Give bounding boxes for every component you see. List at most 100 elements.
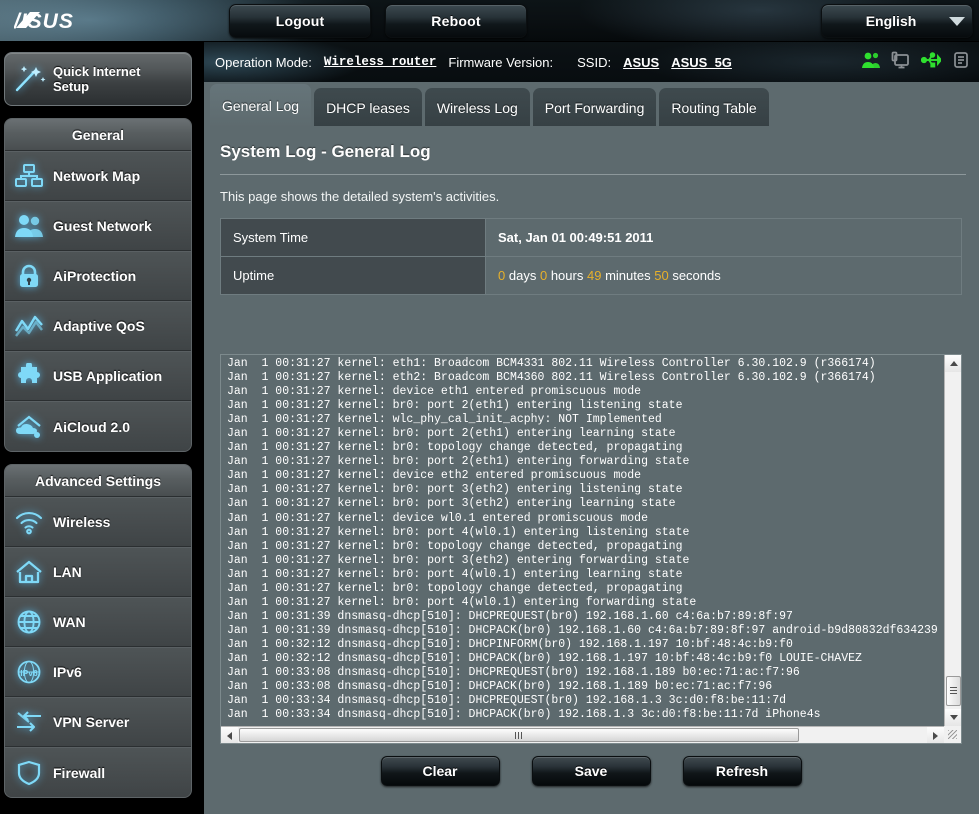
uptime-hours-unit: hours (550, 268, 584, 283)
sidebar-group-advanced: Advanced Settings Wireless LAN WAN IPv6 … (4, 464, 192, 798)
vpn-arrows-icon (5, 709, 53, 735)
sidebar-item-label: Adaptive QoS (53, 318, 145, 334)
log-vertical-scrollbar[interactable] (944, 355, 961, 726)
firmware-version-label: Firmware Version: (448, 54, 554, 70)
tab-general-log[interactable]: General Log (210, 84, 312, 128)
sidebar-item-label: VPN Server (53, 714, 130, 730)
reboot-button[interactable]: Reboot (385, 4, 527, 38)
sidebar-item-label: IPv6 (53, 664, 82, 680)
refresh-button[interactable]: Refresh (682, 756, 802, 786)
tab-bar: General Log DHCP leases Wireless Log Por… (210, 82, 769, 128)
asus-logo: /ISUS (14, 8, 146, 34)
uptime-days-unit: days (508, 268, 537, 283)
sidebar-group-general: General Network Map Guest Network AiProt… (4, 118, 192, 452)
sidebar-item-firewall[interactable]: Firewall (5, 747, 191, 797)
cloud-home-icon (5, 414, 53, 440)
magic-wand-icon (5, 64, 53, 94)
router-admin-page: /ISUS Logout Reboot English Quick Intern… (0, 0, 979, 814)
quick-internet-setup-button[interactable]: Quick Internet Setup (4, 52, 192, 106)
svg-text:IPv6: IPv6 (20, 668, 38, 678)
logout-button[interactable]: Logout (229, 4, 371, 38)
uptime-hours: 0 (539, 268, 548, 283)
log-textarea-container[interactable]: Jan 1 00:31:27 kernel: eth1: Broadcom BC… (220, 354, 962, 744)
content-panel: System Log - General Log This page shows… (210, 126, 972, 814)
uptime-minutes: 49 (586, 268, 602, 283)
qis-line2: Setup (53, 79, 90, 94)
scroll-right-icon[interactable] (927, 727, 944, 743)
ssid-value-5g[interactable]: ASUS_5G (671, 55, 732, 70)
top-banner: /ISUS Logout Reboot English (0, 0, 979, 42)
guest-network-icon (5, 213, 53, 239)
status-icon-group (861, 50, 971, 70)
printer-icon[interactable] (951, 50, 971, 70)
tab-routing-table[interactable]: Routing Table (659, 88, 769, 128)
page-title: System Log - General Log (220, 142, 431, 161)
main-content: Operation Mode: Wireless router Firmware… (204, 42, 979, 814)
ipv6-globe-icon: IPv6 (5, 659, 53, 685)
vertical-scroll-thumb[interactable] (946, 676, 961, 706)
clients-icon[interactable] (861, 50, 881, 70)
sidebar-item-aicloud[interactable]: AiCloud 2.0 (5, 401, 191, 451)
sidebar-group-general-header: General (5, 119, 191, 151)
sidebar-item-label: Firewall (53, 764, 106, 781)
sidebar-item-wireless[interactable]: Wireless (5, 497, 191, 547)
sidebar-item-usb-application[interactable]: USB Application (5, 351, 191, 401)
horizontal-scroll-thumb[interactable] (239, 728, 799, 742)
scroll-up-icon[interactable] (945, 355, 961, 372)
log-text[interactable]: Jan 1 00:31:27 kernel: eth1: Broadcom BC… (227, 357, 939, 723)
tab-wireless-log[interactable]: Wireless Log (424, 88, 530, 128)
sidebar-item-label: Wireless (53, 514, 111, 530)
sidebar-item-label: Guest Network (53, 218, 152, 234)
ssid-label: SSID: (577, 54, 612, 70)
sidebar-item-lan[interactable]: LAN (5, 547, 191, 597)
globe-icon (5, 609, 53, 635)
sidebar: Quick Internet Setup General Network Map (0, 42, 196, 814)
sidebar-item-label: LAN (53, 564, 82, 580)
uptime-days: 0 (498, 268, 506, 283)
quick-internet-setup-label: Quick Internet Setup (53, 64, 140, 94)
operation-mode-bar: Operation Mode: Wireless router Firmware… (204, 42, 979, 82)
sidebar-item-wan[interactable]: WAN (5, 597, 191, 647)
wifi-icon (5, 509, 53, 535)
sidebar-item-label: AiProtection (53, 268, 137, 284)
table-row: Uptime 0 days 0 hours 49 minutes 50 seco… (220, 256, 962, 295)
uptime-label: Uptime (220, 256, 486, 295)
table-row: System Time Sat, Jan 01 00:49:51 2011 (220, 218, 962, 257)
usb-icon[interactable] (921, 50, 941, 70)
sidebar-item-label: USB Application (53, 368, 163, 384)
operation-mode-label: Operation Mode: (215, 54, 312, 70)
sidebar-item-aiprotection[interactable]: AiProtection (5, 251, 191, 301)
qis-line1: Quick Internet (53, 64, 141, 79)
sidebar-item-vpn-server[interactable]: VPN Server (5, 697, 191, 747)
lock-icon (5, 263, 53, 289)
language-label: English (865, 13, 917, 29)
chart-icon (5, 313, 53, 339)
system-time-value: Sat, Jan 01 00:49:51 2011 (485, 218, 962, 257)
uptime-value: 0 days 0 hours 49 minutes 50 seconds (485, 256, 962, 295)
monitor-icon[interactable] (891, 50, 911, 70)
network-map-icon (5, 163, 53, 189)
page-description: This page shows the detailed system's ac… (220, 189, 500, 204)
scroll-left-icon[interactable] (221, 727, 238, 743)
tab-port-forwarding[interactable]: Port Forwarding (532, 88, 657, 128)
puzzle-icon (5, 363, 53, 389)
clear-button[interactable]: Clear (380, 756, 500, 786)
sidebar-item-ipv6[interactable]: IPv6 IPv6 (5, 647, 191, 697)
scroll-down-icon[interactable] (945, 709, 961, 726)
sidebar-item-adaptive-qos[interactable]: Adaptive QoS (5, 301, 191, 351)
tab-dhcp-leases[interactable]: DHCP leases (314, 88, 422, 128)
log-horizontal-scrollbar[interactable] (221, 726, 944, 743)
sidebar-item-guest-network[interactable]: Guest Network (5, 201, 191, 251)
sidebar-item-network-map[interactable]: Network Map (5, 151, 191, 201)
uptime-seconds: 50 (654, 268, 669, 283)
language-selector[interactable]: English (821, 4, 973, 38)
uptime-seconds-unit: seconds (672, 268, 721, 283)
uptime-minutes-unit: minutes (605, 268, 651, 283)
system-time-label: System Time (220, 218, 486, 257)
sidebar-item-label: AiCloud 2.0 (53, 418, 131, 435)
ssid-value-24g[interactable]: ASUS (623, 55, 659, 70)
resize-grip-icon[interactable] (944, 726, 961, 743)
shield-icon (5, 760, 53, 786)
save-button[interactable]: Save (531, 756, 651, 786)
operation-mode-value[interactable]: Wireless router (324, 55, 437, 69)
